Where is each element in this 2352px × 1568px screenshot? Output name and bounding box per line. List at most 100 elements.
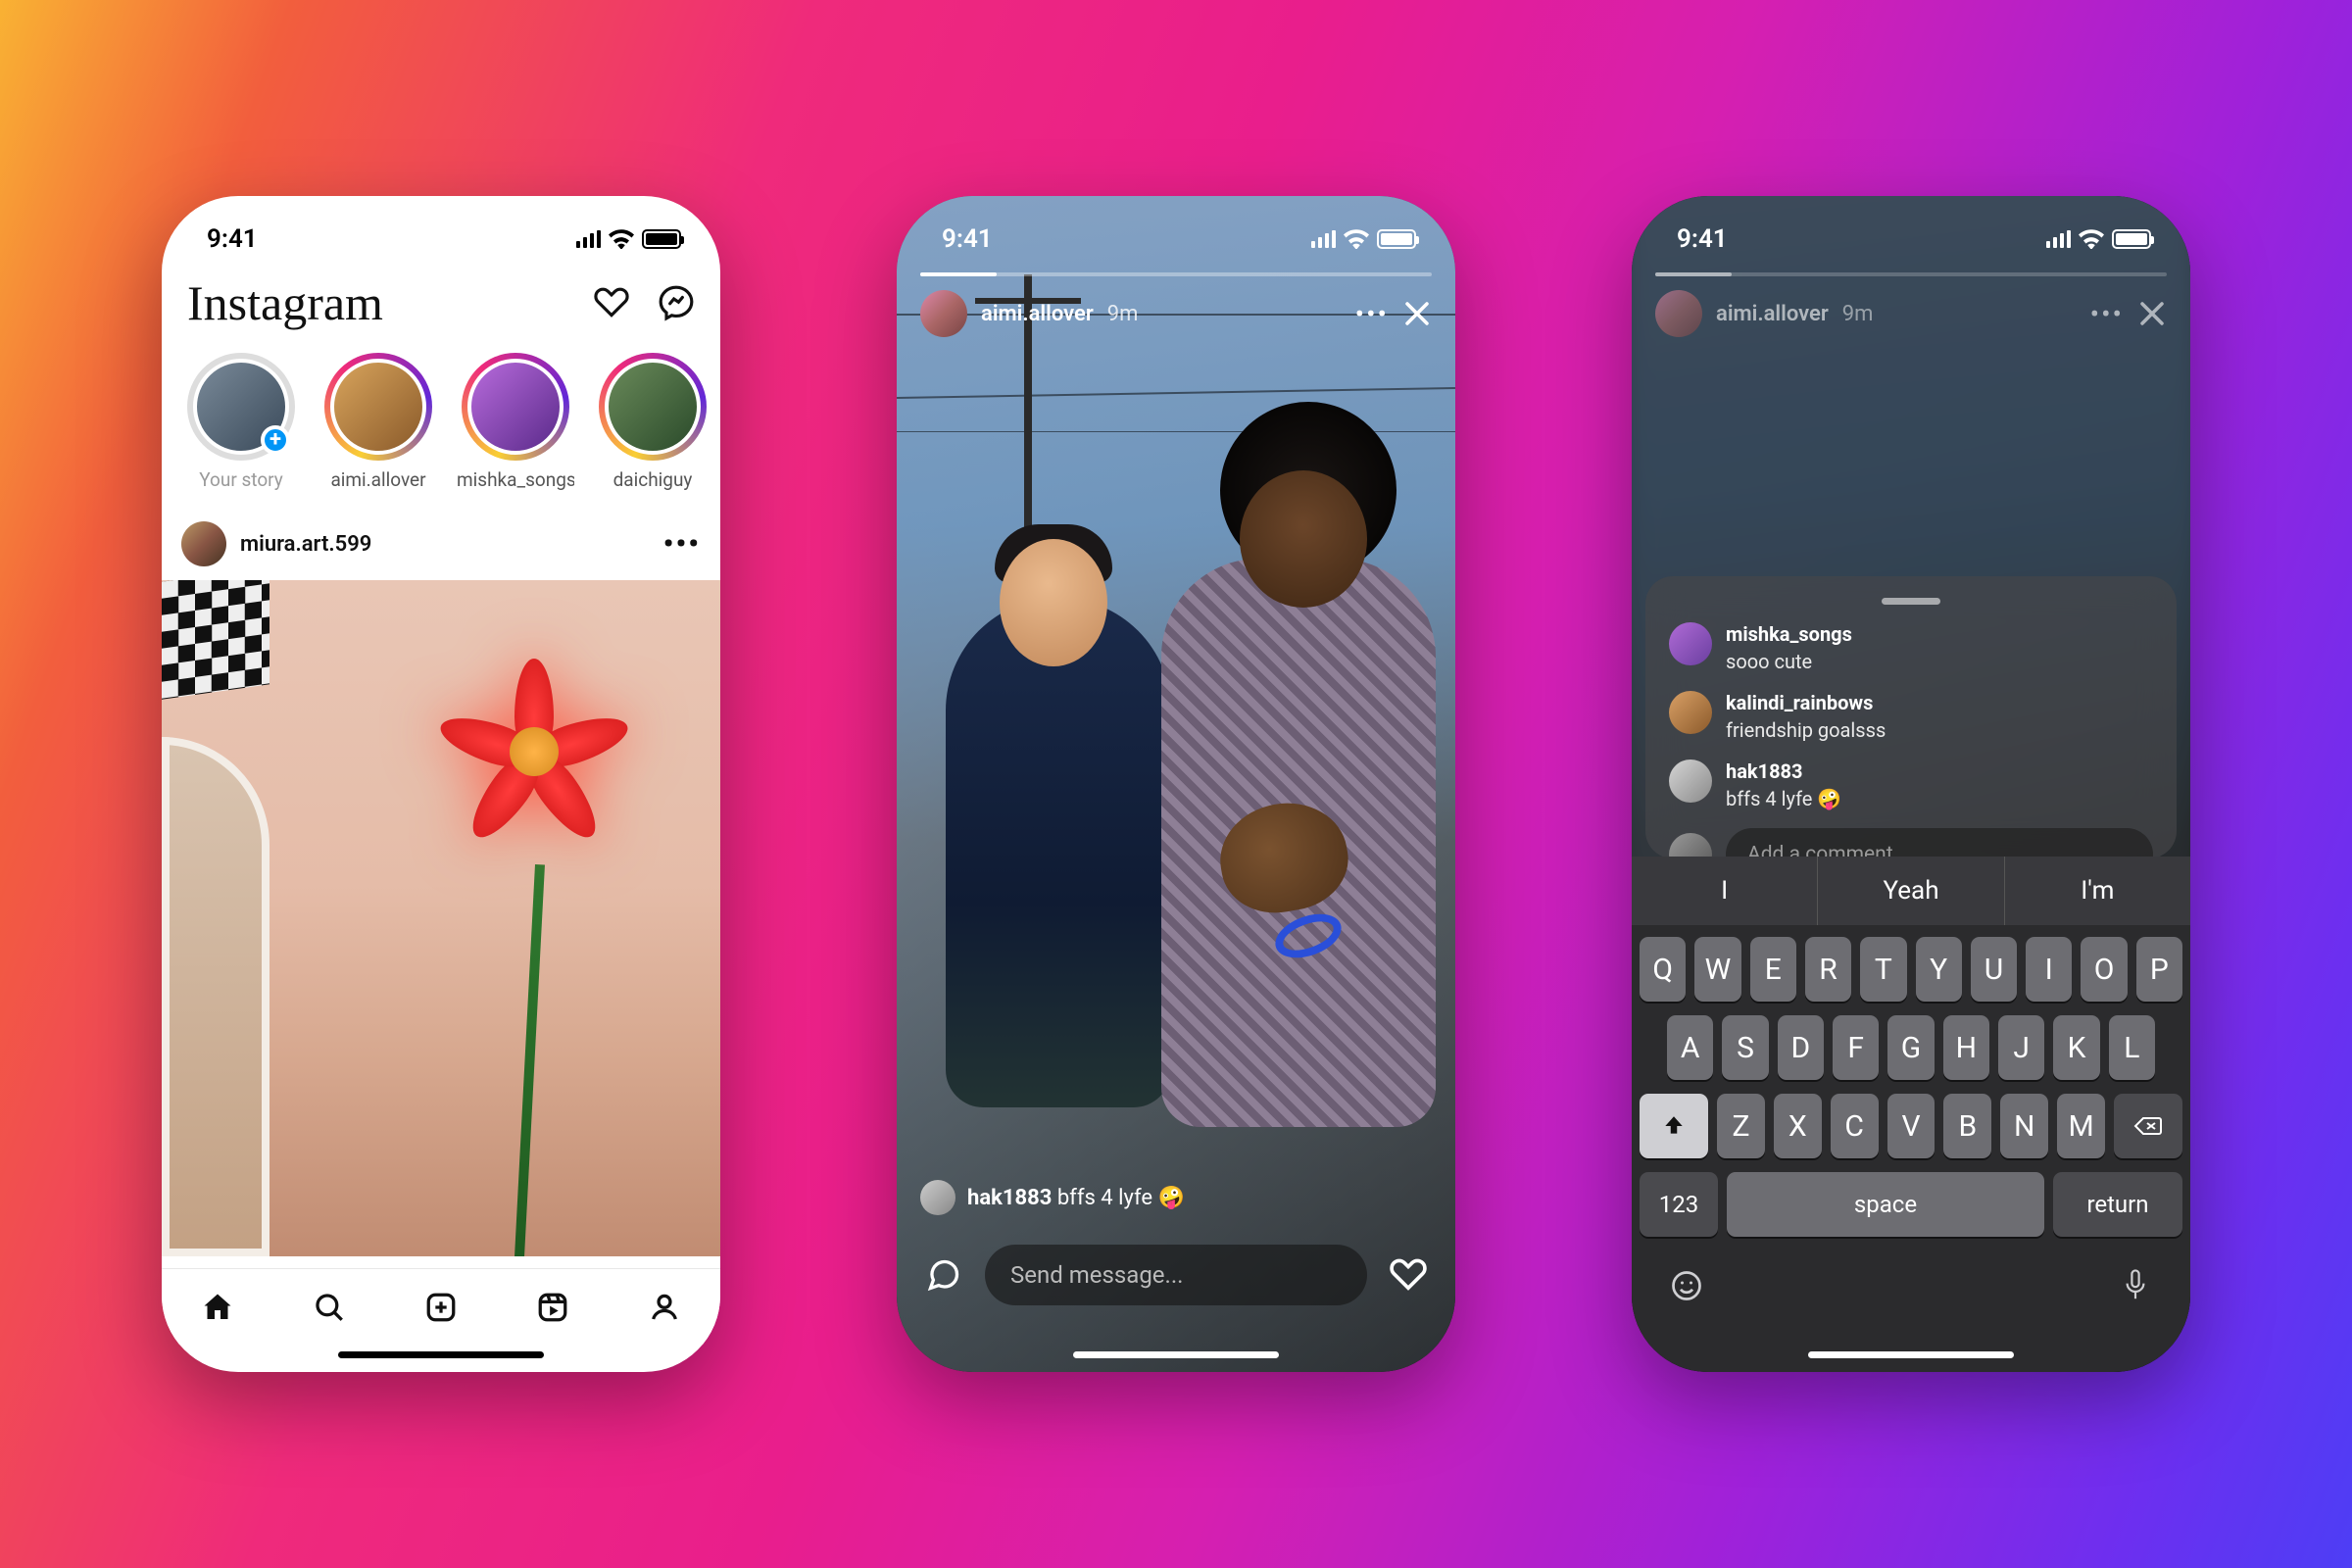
comment-avatar — [1669, 691, 1712, 734]
message-placeholder: Send message... — [1010, 1261, 1184, 1289]
phone-feed: 9:41 Instagram +Your storyaimi.allovermi — [162, 196, 720, 1372]
nav-profile-icon[interactable] — [646, 1289, 683, 1326]
wifi-icon — [2079, 229, 2104, 249]
post-more-icon[interactable]: ••• — [663, 527, 701, 562]
story-progress-bar — [920, 272, 1432, 276]
story-recent-comment[interactable]: hak1883 bffs 4 lyfe 🤪 — [920, 1180, 1432, 1215]
key-p[interactable]: P — [2136, 937, 2182, 1002]
key-b[interactable]: B — [1943, 1094, 1991, 1158]
comment-text: hak1883 bffs 4 lyfe 🤪 — [967, 1186, 1185, 1210]
activity-icon[interactable] — [593, 284, 630, 321]
comment-row[interactable]: mishka_songssooo cute — [1669, 622, 2153, 673]
key-r[interactable]: R — [1805, 937, 1851, 1002]
keyboard-predictions: IYeahI'm — [1632, 857, 2190, 925]
comments-sheet: mishka_songssooo cute kalindi_rainbowsfri… — [1645, 576, 2177, 858]
story-item[interactable]: +Your story — [181, 353, 301, 491]
key-h[interactable]: H — [1943, 1015, 1989, 1080]
emoji-key-icon[interactable] — [1667, 1266, 1706, 1305]
comment-row[interactable]: kalindi_rainbowsfriendship goalsss — [1669, 691, 2153, 742]
comment-username[interactable]: hak1883 — [1726, 760, 1841, 783]
instagram-logo[interactable]: Instagram — [187, 274, 383, 331]
cellular-icon — [576, 230, 602, 248]
key-l[interactable]: L — [2109, 1015, 2155, 1080]
story-progress-bar — [1655, 272, 2167, 276]
key-e[interactable]: E — [1750, 937, 1796, 1002]
key-f[interactable]: F — [1833, 1015, 1879, 1080]
backspace-key[interactable] — [2114, 1094, 2182, 1158]
status-bar: 9:41 — [897, 196, 1455, 265]
post-author-username[interactable]: miura.art.599 — [240, 532, 371, 557]
status-time: 9:41 — [207, 224, 258, 254]
close-icon[interactable] — [2137, 299, 2167, 328]
messenger-icon[interactable] — [658, 284, 695, 321]
nav-home-icon[interactable] — [199, 1289, 236, 1326]
comment-text: bffs 4 lyfe 🤪 — [1726, 787, 1841, 810]
story-author-username[interactable]: aimi.allover — [1716, 302, 1829, 326]
nav-reels-icon[interactable] — [534, 1289, 571, 1326]
story-author-username[interactable]: aimi.allover — [981, 302, 1094, 326]
stories-tray[interactable]: +Your story aimi.allover mishka_songsdaich… — [162, 353, 720, 491]
post-author-avatar[interactable] — [181, 521, 226, 566]
key-t[interactable]: T — [1860, 937, 1906, 1002]
post-image[interactable] — [162, 580, 720, 1256]
battery-icon — [1377, 229, 1416, 249]
key-x[interactable]: X — [1774, 1094, 1822, 1158]
cellular-icon — [1311, 230, 1337, 248]
story-more-icon[interactable]: ••• — [2090, 298, 2124, 330]
home-indicator — [1808, 1351, 2014, 1358]
key-g[interactable]: G — [1887, 1015, 1934, 1080]
comment-username[interactable]: mishka_songs — [1726, 622, 1852, 646]
story-item[interactable]: daichiguy — [593, 353, 712, 491]
key-w[interactable]: W — [1694, 937, 1740, 1002]
story-author-avatar[interactable] — [1655, 290, 1702, 337]
space-key[interactable]: space — [1727, 1172, 2044, 1237]
bottom-nav — [162, 1268, 720, 1345]
nav-create-icon[interactable] — [422, 1289, 460, 1326]
story-label: aimi.allover — [330, 468, 425, 491]
nav-search-icon[interactable] — [311, 1289, 348, 1326]
close-icon[interactable] — [1402, 299, 1432, 328]
prediction-item[interactable]: Yeah — [1818, 857, 2004, 925]
key-k[interactable]: K — [2053, 1015, 2099, 1080]
key-z[interactable]: Z — [1717, 1094, 1765, 1158]
prediction-item[interactable]: I — [1632, 857, 1818, 925]
key-y[interactable]: Y — [1916, 937, 1962, 1002]
key-v[interactable]: V — [1887, 1094, 1936, 1158]
key-a[interactable]: A — [1667, 1015, 1713, 1080]
story-more-icon[interactable]: ••• — [1355, 298, 1389, 330]
key-s[interactable]: S — [1722, 1015, 1768, 1080]
phone-story-viewer: 9:41 aimi.allover 9m ••• hak1883 bffs 4 … — [897, 196, 1455, 1372]
post-header: miura.art.599 ••• — [162, 512, 720, 576]
battery-icon — [642, 229, 681, 249]
comment-row[interactable]: hak1883 bffs 4 lyfe 🤪 — [1669, 760, 2153, 810]
numbers-key[interactable]: 123 — [1640, 1172, 1718, 1237]
key-q[interactable]: Q — [1640, 937, 1686, 1002]
return-key[interactable]: return — [2053, 1172, 2182, 1237]
feed-header: Instagram — [162, 265, 720, 337]
message-input[interactable]: Send message... — [985, 1245, 1367, 1305]
key-i[interactable]: I — [2026, 937, 2072, 1002]
comment-avatar — [1669, 622, 1712, 665]
comment-username[interactable]: kalindi_rainbows — [1726, 691, 1886, 714]
dictation-key-icon[interactable] — [2116, 1266, 2155, 1305]
key-d[interactable]: D — [1778, 1015, 1824, 1080]
key-j[interactable]: J — [1998, 1015, 2044, 1080]
status-icons — [2046, 229, 2152, 249]
sheet-grabber[interactable] — [1882, 598, 1940, 605]
like-icon[interactable] — [1383, 1250, 1434, 1300]
shift-key[interactable] — [1640, 1094, 1708, 1158]
add-story-icon[interactable]: + — [261, 425, 290, 455]
home-indicator — [338, 1351, 544, 1358]
story-author-avatar[interactable] — [920, 290, 967, 337]
key-u[interactable]: U — [1971, 937, 2017, 1002]
status-bar: 9:41 — [162, 196, 720, 265]
comment-icon[interactable] — [918, 1250, 969, 1300]
key-m[interactable]: M — [2057, 1094, 2105, 1158]
prediction-item[interactable]: I'm — [2005, 857, 2190, 925]
story-item[interactable]: mishka_songs — [456, 353, 575, 491]
key-n[interactable]: N — [2000, 1094, 2048, 1158]
story-item[interactable]: aimi.allover — [318, 353, 438, 491]
key-o[interactable]: O — [2081, 937, 2127, 1002]
key-c[interactable]: C — [1831, 1094, 1879, 1158]
comment-avatar — [1669, 760, 1712, 803]
